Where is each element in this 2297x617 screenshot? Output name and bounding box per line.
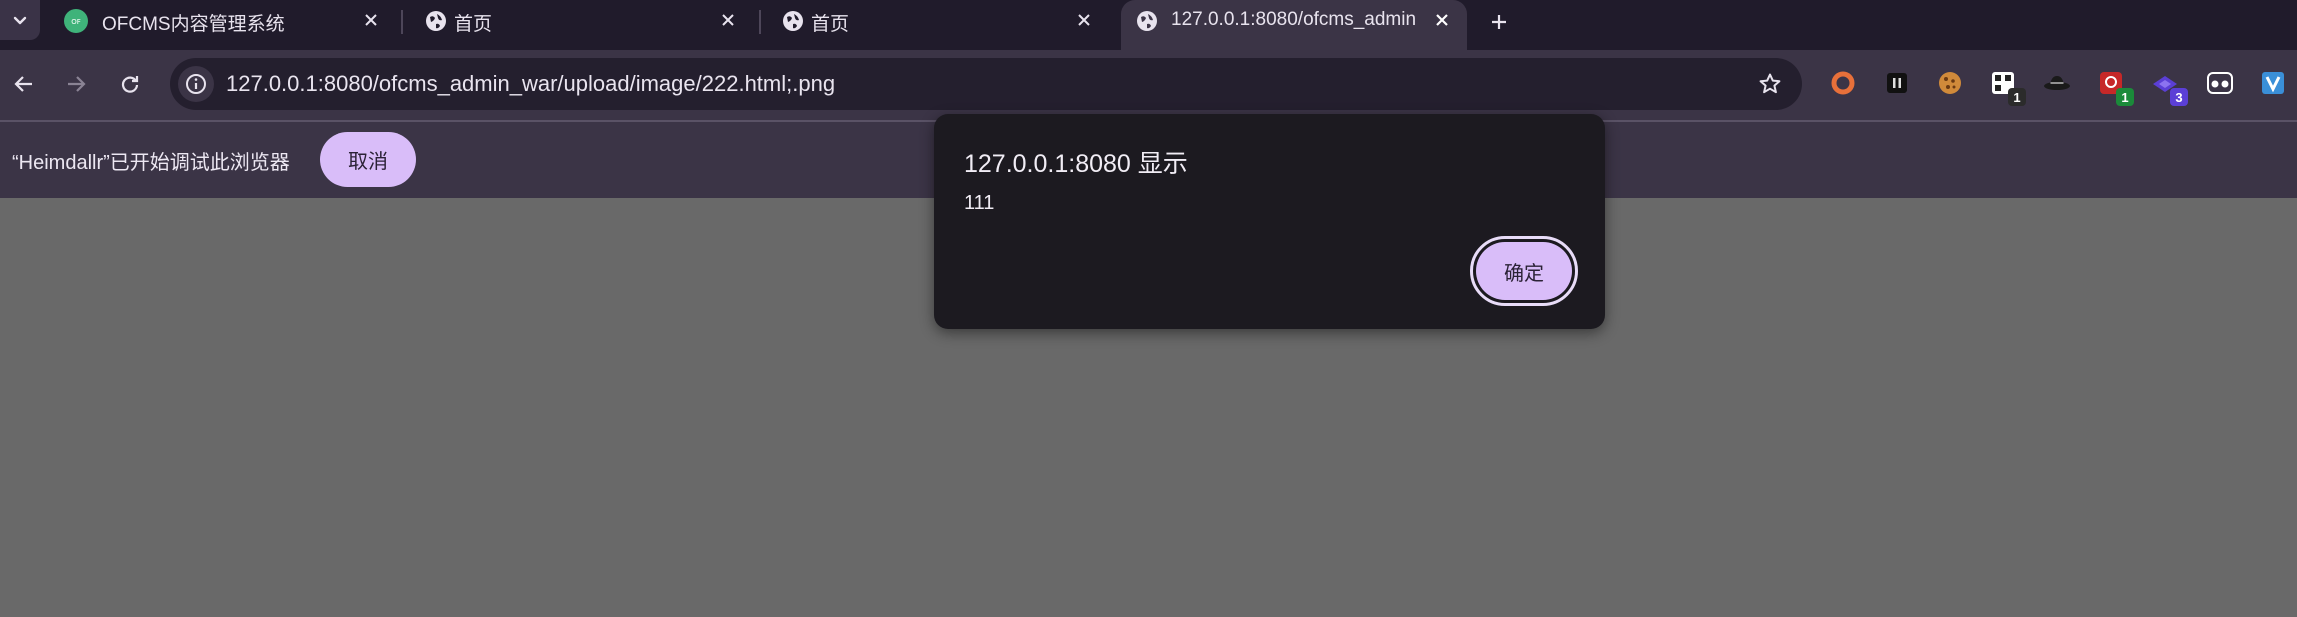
extension-cookie[interactable] bbox=[1935, 68, 1965, 98]
info-icon bbox=[186, 74, 206, 94]
dialog-title: 127.0.0.1:8080 显示 bbox=[964, 150, 1188, 178]
chevron-down-icon bbox=[13, 16, 27, 25]
bookmark-star-button[interactable] bbox=[1756, 70, 1784, 98]
extension-badge: 1 bbox=[2116, 88, 2134, 106]
globe-icon bbox=[426, 11, 446, 31]
tab-title: OFCMS内容管理系统 bbox=[102, 14, 285, 35]
tab-title: 127.0.0.1:8080/ofcms_admin bbox=[1171, 9, 1417, 30]
url-text[interactable]: 127.0.0.1:8080/ofcms_admin_war/upload/im… bbox=[226, 71, 835, 97]
browser-toolbar: 127.0.0.1:8080/ofcms_admin_war/upload/im… bbox=[0, 50, 2297, 120]
extension-purple[interactable]: 3 bbox=[2150, 68, 2188, 106]
tab-title: 首页 bbox=[454, 14, 493, 35]
arrow-right-icon bbox=[68, 76, 86, 92]
ok-button[interactable]: 确定 bbox=[1470, 236, 1578, 306]
extension-badge: 3 bbox=[2170, 88, 2188, 106]
globe-icon bbox=[783, 11, 803, 31]
close-tab-icon[interactable] bbox=[360, 9, 382, 31]
close-tab-icon[interactable] bbox=[717, 9, 739, 31]
site-info-button[interactable] bbox=[178, 66, 214, 102]
extension-v[interactable] bbox=[2258, 68, 2288, 98]
reload-button[interactable] bbox=[110, 64, 150, 104]
extension-badge: 1 bbox=[2008, 88, 2026, 106]
new-tab-button[interactable] bbox=[1484, 7, 1514, 37]
forward-button[interactable] bbox=[56, 64, 96, 104]
close-tab-icon[interactable] bbox=[1073, 9, 1095, 31]
arrow-left-icon bbox=[14, 76, 32, 92]
tab-title: 首页 bbox=[811, 14, 850, 35]
infobar-message: “Heimdallr”已开始调试此浏览器 bbox=[12, 152, 290, 174]
dialog-message: 111 bbox=[964, 192, 995, 214]
tab-active-localhost[interactable]: 127.0.0.1:8080/ofcms_admin bbox=[1121, 0, 1467, 50]
tab-search-button[interactable] bbox=[0, 0, 40, 40]
back-button[interactable] bbox=[4, 64, 44, 104]
circle-extension-icon bbox=[1831, 71, 1855, 95]
pause-extension-icon bbox=[1887, 73, 1907, 93]
extension-glasses[interactable] bbox=[2205, 68, 2235, 98]
tab-ofcms[interactable]: OF OFCMS内容管理系统 bbox=[40, 0, 400, 42]
star-icon bbox=[1759, 73, 1781, 94]
close-tab-icon[interactable] bbox=[1431, 9, 1453, 31]
ofcms-logo-icon: OF bbox=[64, 9, 88, 33]
glasses-extension-icon bbox=[2207, 72, 2233, 94]
alert-dialog: 127.0.0.1:8080 显示 111 确定 bbox=[934, 114, 1605, 329]
extension-qr[interactable]: 1 bbox=[1988, 68, 2026, 106]
hat-extension-icon bbox=[2044, 76, 2070, 90]
extension-hat[interactable] bbox=[2042, 68, 2072, 98]
address-bar[interactable]: 127.0.0.1:8080/ofcms_admin_war/upload/im… bbox=[170, 58, 1802, 110]
tab-strip: OF OFCMS内容管理系统 首页 首页 127.0.0.1:8080/ofcm… bbox=[0, 0, 2297, 50]
tab-home-1[interactable]: 首页 bbox=[400, 0, 757, 42]
reload-icon bbox=[121, 76, 139, 93]
extension-circle[interactable] bbox=[1828, 68, 1858, 98]
plus-icon bbox=[1492, 15, 1506, 29]
extension-pause[interactable] bbox=[1882, 68, 1912, 98]
cancel-button[interactable]: 取消 bbox=[320, 132, 416, 187]
v-extension-icon bbox=[2262, 72, 2284, 94]
tab-home-2[interactable]: 首页 bbox=[757, 0, 1113, 42]
cookie-extension-icon bbox=[1939, 72, 1961, 94]
extension-red[interactable]: 1 bbox=[2096, 68, 2134, 106]
globe-icon bbox=[1137, 11, 1157, 31]
svg-text:OF: OF bbox=[71, 18, 81, 26]
